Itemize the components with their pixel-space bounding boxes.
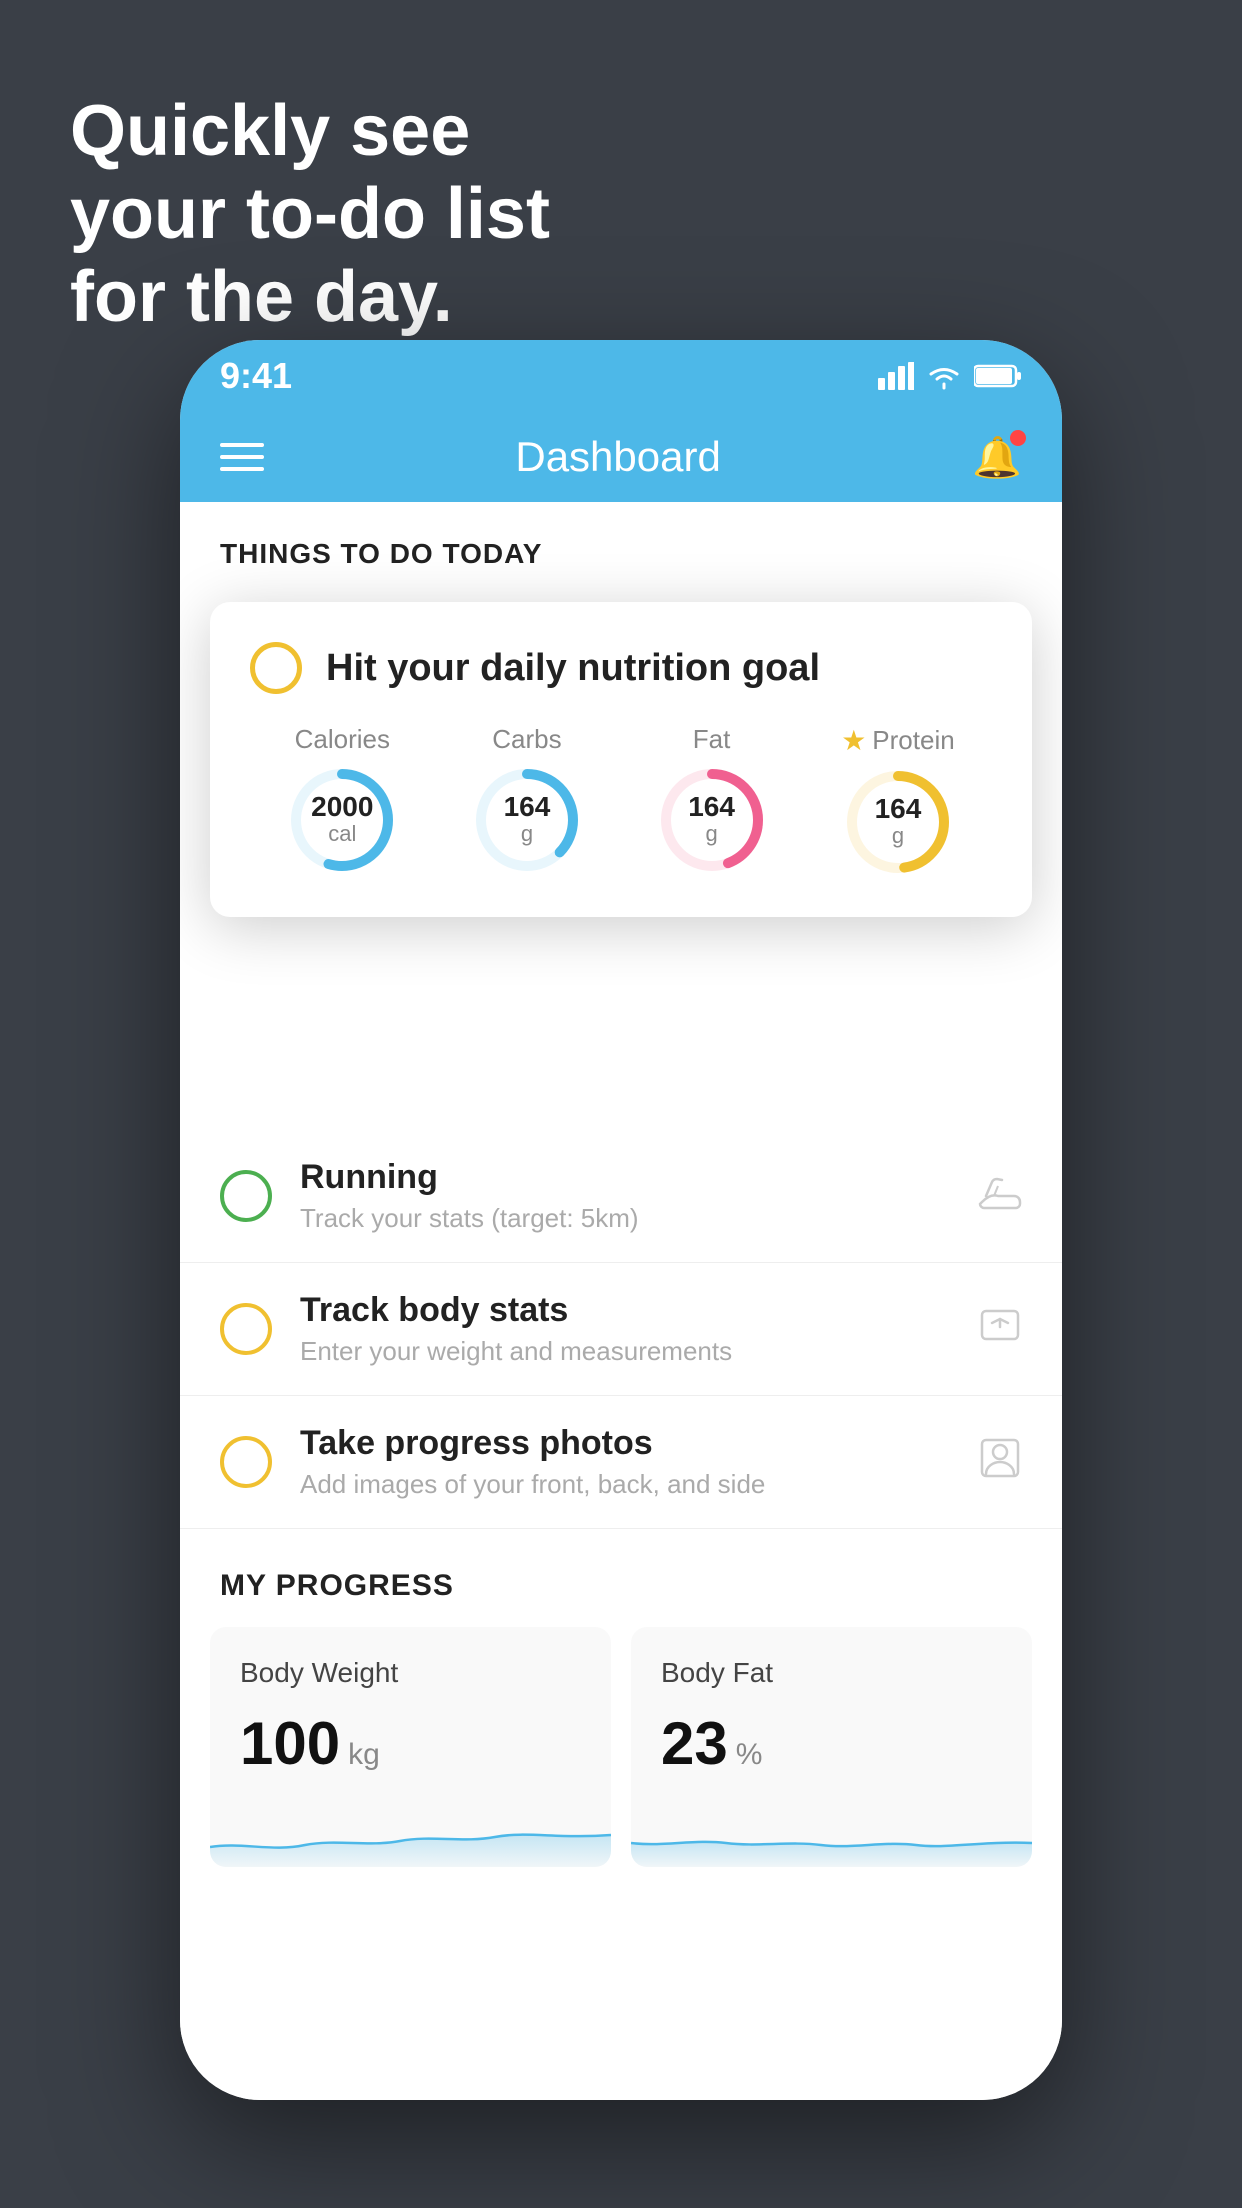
status-icons [878,362,1022,390]
body-fat-card[interactable]: Body Fat 23 % [631,1627,1032,1867]
hamburger-menu[interactable] [220,443,264,471]
body-fat-value-row: 23 % [661,1709,1002,1778]
nutrition-card: Hit your daily nutrition goal Calories 2… [210,602,1032,917]
nav-title: Dashboard [515,433,720,481]
nav-bar: Dashboard 🔔 [180,412,1062,502]
todo-check-circle[interactable] [250,642,302,694]
todo-title-body-stats: Track body stats [300,1291,958,1330]
carbs-value-inner: 164 g [504,793,551,847]
fat-ring: 164 g [657,765,767,875]
fat-item: Fat 164 g [657,724,767,875]
headline-line1: Quickly see [70,90,550,173]
notification-dot [1010,430,1026,446]
todo-item-photos[interactable]: Take progress photos Add images of your … [180,1396,1062,1529]
protein-value: 164 [875,795,922,823]
body-fat-chart [631,1797,1032,1867]
status-bar: 9:41 [180,340,1062,412]
carbs-unit: g [504,821,551,847]
progress-title: MY PROGRESS [210,1569,1032,1603]
headline-line2: your to-do list [70,173,550,256]
body-weight-title: Body Weight [240,1657,581,1689]
calories-ring: 2000 cal [287,765,397,875]
body-weight-value: 100 [240,1709,340,1778]
nutrition-card-title: Hit your daily nutrition goal [326,647,820,690]
protein-value-inner: 164 g [875,795,922,849]
calories-item: Calories 2000 cal [287,724,397,875]
calories-unit: cal [311,821,373,847]
todo-item-body-stats[interactable]: Track body stats Enter your weight and m… [180,1263,1062,1396]
body-fat-title: Body Fat [661,1657,1002,1689]
todo-item-running[interactable]: Running Track your stats (target: 5km) [180,1130,1062,1263]
shoe-icon [978,1174,1022,1219]
person-icon [978,1436,1022,1489]
scale-icon [978,1303,1022,1356]
todo-title-running: Running [300,1158,958,1197]
fat-label: Fat [693,724,731,755]
protein-item: ★ Protein 164 g [841,724,955,877]
todo-text-body-stats: Track body stats Enter your weight and m… [300,1291,958,1367]
wifi-icon [926,362,962,390]
nutrition-circles: Calories 2000 cal Carbs [250,724,992,877]
carbs-label: Carbs [492,724,561,755]
phone-mockup: 9:41 [180,340,1062,2100]
protein-label: ★ Protein [841,724,955,757]
fat-value: 164 [688,793,735,821]
todo-circle-photos [220,1436,272,1488]
card-title-row: Hit your daily nutrition goal [250,642,992,694]
calories-label: Calories [295,724,390,755]
protein-unit: g [875,823,922,849]
calories-value: 2000 [311,793,373,821]
todo-subtitle-body-stats: Enter your weight and measurements [300,1336,958,1367]
progress-section: MY PROGRESS Body Weight 100 kg [180,1569,1062,1867]
calories-value-inner: 2000 cal [311,793,373,847]
body-fat-unit: % [736,1738,763,1772]
todo-subtitle-running: Track your stats (target: 5km) [300,1203,958,1234]
protein-ring: 164 g [843,767,953,877]
body-weight-unit: kg [348,1738,380,1772]
todo-list: Running Track your stats (target: 5km) T… [180,1130,1062,1529]
things-today-header: THINGS TO DO TODAY [180,502,1062,590]
progress-cards: Body Weight 100 kg [210,1627,1032,1867]
todo-title-photos: Take progress photos [300,1424,958,1463]
todo-subtitle-photos: Add images of your front, back, and side [300,1469,958,1500]
fat-unit: g [688,821,735,847]
body-weight-value-row: 100 kg [240,1709,581,1778]
bell-icon[interactable]: 🔔 [972,434,1022,481]
signal-icon [878,362,914,390]
body-fat-value: 23 [661,1709,728,1778]
body-weight-chart [210,1797,611,1867]
todo-text-running: Running Track your stats (target: 5km) [300,1158,958,1234]
body-weight-card[interactable]: Body Weight 100 kg [210,1627,611,1867]
todo-circle-running [220,1170,272,1222]
battery-icon [974,362,1022,390]
headline: Quickly see your to-do list for the day. [70,90,550,338]
carbs-ring: 164 g [472,765,582,875]
carbs-value: 164 [504,793,551,821]
star-icon: ★ [841,724,866,757]
fat-value-inner: 164 g [688,793,735,847]
carbs-item: Carbs 164 g [472,724,582,875]
todo-circle-body-stats [220,1303,272,1355]
headline-line3: for the day. [70,256,550,339]
todo-text-photos: Take progress photos Add images of your … [300,1424,958,1500]
status-time: 9:41 [220,355,292,397]
phone-body: THINGS TO DO TODAY Hit your daily nutrit… [180,502,1062,2100]
